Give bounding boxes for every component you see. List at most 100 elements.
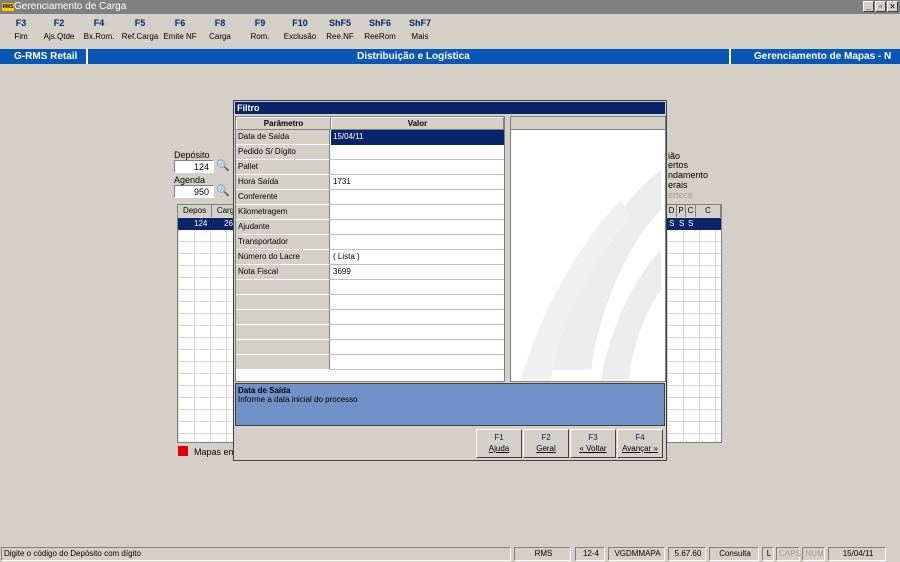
toolbar-key: ShF5 <box>328 18 351 28</box>
param-value-input[interactable] <box>331 190 504 205</box>
toolbar-button-ree-nf[interactable]: ShF5 Ree.NF <box>319 18 361 42</box>
toolbar-label: Ref.Carga <box>121 32 159 41</box>
empty-cell <box>331 355 504 370</box>
table-row[interactable]: Nota Fiscal 3699 <box>236 265 504 280</box>
param-value-input[interactable]: 15/04/11 <box>331 130 504 145</box>
empty-cell <box>331 340 504 355</box>
table-row <box>236 310 504 325</box>
toolbar-button-exclusao[interactable]: F10 Exclusão <box>279 18 321 42</box>
status-bar: Digite o código do Depósito com dígito R… <box>0 546 900 562</box>
table-row[interactable]: Data de Saída 15/04/11 <box>236 130 504 145</box>
grid-cell: S <box>679 219 685 228</box>
toolbar-key: ShF7 <box>408 18 431 28</box>
preview-panel <box>510 116 666 382</box>
param-value-input[interactable] <box>331 145 504 160</box>
toolbar-key: F10 <box>292 18 308 28</box>
geral-button[interactable]: F2 Geral <box>523 429 569 458</box>
status-system: RMS <box>514 547 571 561</box>
empty-cell <box>331 295 504 310</box>
ajuda-button[interactable]: F1 Ajuda <box>476 429 522 458</box>
status-message: Digite o código do Depósito com dígito <box>1 547 511 561</box>
minimize-button[interactable]: _ <box>863 1 874 12</box>
watermark-logo-icon <box>521 170 661 380</box>
toolbar-button-emite-nf[interactable]: F6 Emite NF <box>159 18 201 42</box>
header-divider <box>86 49 88 64</box>
window-title: Gerenciamento de Carga <box>14 1 127 12</box>
header-right: Gerenciamento de Mapas - N <box>754 51 892 62</box>
param-value-input[interactable]: ( Lista ) <box>331 250 504 265</box>
empty-cell <box>236 355 330 370</box>
table-row[interactable]: S S S <box>667 218 721 230</box>
toolbar-label: Mais <box>411 32 429 41</box>
toolbar-key: F5 <box>134 18 146 28</box>
toolbar-label: Carga <box>209 32 231 41</box>
table-row <box>236 280 504 295</box>
toolbar-button-fim[interactable]: F3 Fim <box>0 18 42 42</box>
param-name: Data de Saída <box>236 130 330 145</box>
grid-cell: 26 <box>224 219 233 228</box>
legend-swatch <box>178 446 188 456</box>
voltar-button[interactable]: F3 « Voltar <box>570 429 616 458</box>
empty-cell <box>236 325 330 340</box>
column-header-value: Valor <box>331 117 504 130</box>
option-label: erais <box>668 180 688 190</box>
table-row[interactable]: Transportador <box>236 235 504 250</box>
empty-cell <box>236 295 330 310</box>
grid-header: D <box>667 205 677 217</box>
table-row[interactable]: Hora Saída 1731 <box>236 175 504 190</box>
table-row[interactable]: Pedido S/ Dígito <box>236 145 504 160</box>
background-grid-right: D P C C S S S <box>666 204 722 443</box>
table-row <box>236 325 504 340</box>
toolbar: F3 Fim F2 Ajs.Qtde F4 Bx.Rom. F5 Ref.Carga F… <box>0 14 900 46</box>
param-name: Nota Fiscal <box>236 265 330 280</box>
status-mode: Consulta <box>709 547 759 561</box>
param-value-input[interactable]: 3699 <box>331 265 504 280</box>
table-row[interactable]: 124 26 <box>178 218 240 230</box>
empty-cell <box>331 280 504 295</box>
button-key: F1 <box>494 433 504 442</box>
param-value-input[interactable] <box>331 235 504 250</box>
toolbar-button-carga[interactable]: F8 Carga <box>199 18 241 42</box>
button-label: « Voltar <box>579 444 607 453</box>
button-key: F4 <box>635 433 645 442</box>
toolbar-key: F3 <box>15 18 27 28</box>
toolbar-button-reerom[interactable]: ShF6 ReeRom <box>359 18 401 42</box>
toolbar-button-mais[interactable]: ShF7 Mais <box>399 18 441 42</box>
toolbar-button-ajs-qtde[interactable]: F2 Ajs.Qtde <box>38 18 80 42</box>
dialog-title: Filtro <box>235 102 665 114</box>
binoculars-icon[interactable]: 🔍 <box>216 184 230 197</box>
param-value-input[interactable] <box>331 160 504 175</box>
param-name: Número do Lacre <box>236 250 330 265</box>
close-button[interactable]: × <box>887 1 898 12</box>
grid-cell: S <box>688 219 694 228</box>
table-row[interactable]: Número do Lacre( Lista ) <box>236 250 504 265</box>
status-num: NUM <box>802 547 825 561</box>
toolbar-label: Ree.NF <box>326 32 354 41</box>
preview-header <box>511 117 665 130</box>
param-value-input[interactable]: 1731 <box>331 175 504 190</box>
binoculars-icon[interactable]: 🔍 <box>216 159 230 172</box>
param-name: Kilometragem <box>236 205 330 220</box>
toolbar-button-ref-carga[interactable]: F5 Ref.Carga <box>119 18 161 42</box>
restore-button[interactable]: ▫ <box>875 1 886 12</box>
table-row[interactable]: Ajudante <box>236 220 504 235</box>
avancar-button[interactable]: F4 Avançar » <box>617 429 663 458</box>
grid-header: P <box>677 205 686 217</box>
table-row[interactable]: Kilometragem <box>236 205 504 220</box>
param-value-input[interactable] <box>331 205 504 220</box>
button-key: F2 <box>541 433 551 442</box>
toolbar-button-bx-rom[interactable]: F4 Bx.Rom. <box>78 18 120 42</box>
toolbar-button-rom[interactable]: F9 Rom. <box>239 18 281 42</box>
toolbar-label: Exclusão <box>283 32 317 41</box>
title-bar: RMS Gerenciamento de Carga _ ▫ × <box>0 0 900 14</box>
param-value-input[interactable] <box>331 220 504 235</box>
agenda-input[interactable]: 950 <box>174 185 214 198</box>
column-header-parameter: Parâmetro <box>236 117 331 130</box>
status-l: L <box>762 547 774 561</box>
table-row[interactable]: Pallet <box>236 160 504 175</box>
toolbar-label: Emite NF <box>163 32 197 41</box>
status-date: 15/04/11 <box>828 547 886 561</box>
table-row[interactable]: Conferente <box>236 190 504 205</box>
toolbar-key: F2 <box>53 18 65 28</box>
deposito-input[interactable]: 124 <box>174 160 214 173</box>
